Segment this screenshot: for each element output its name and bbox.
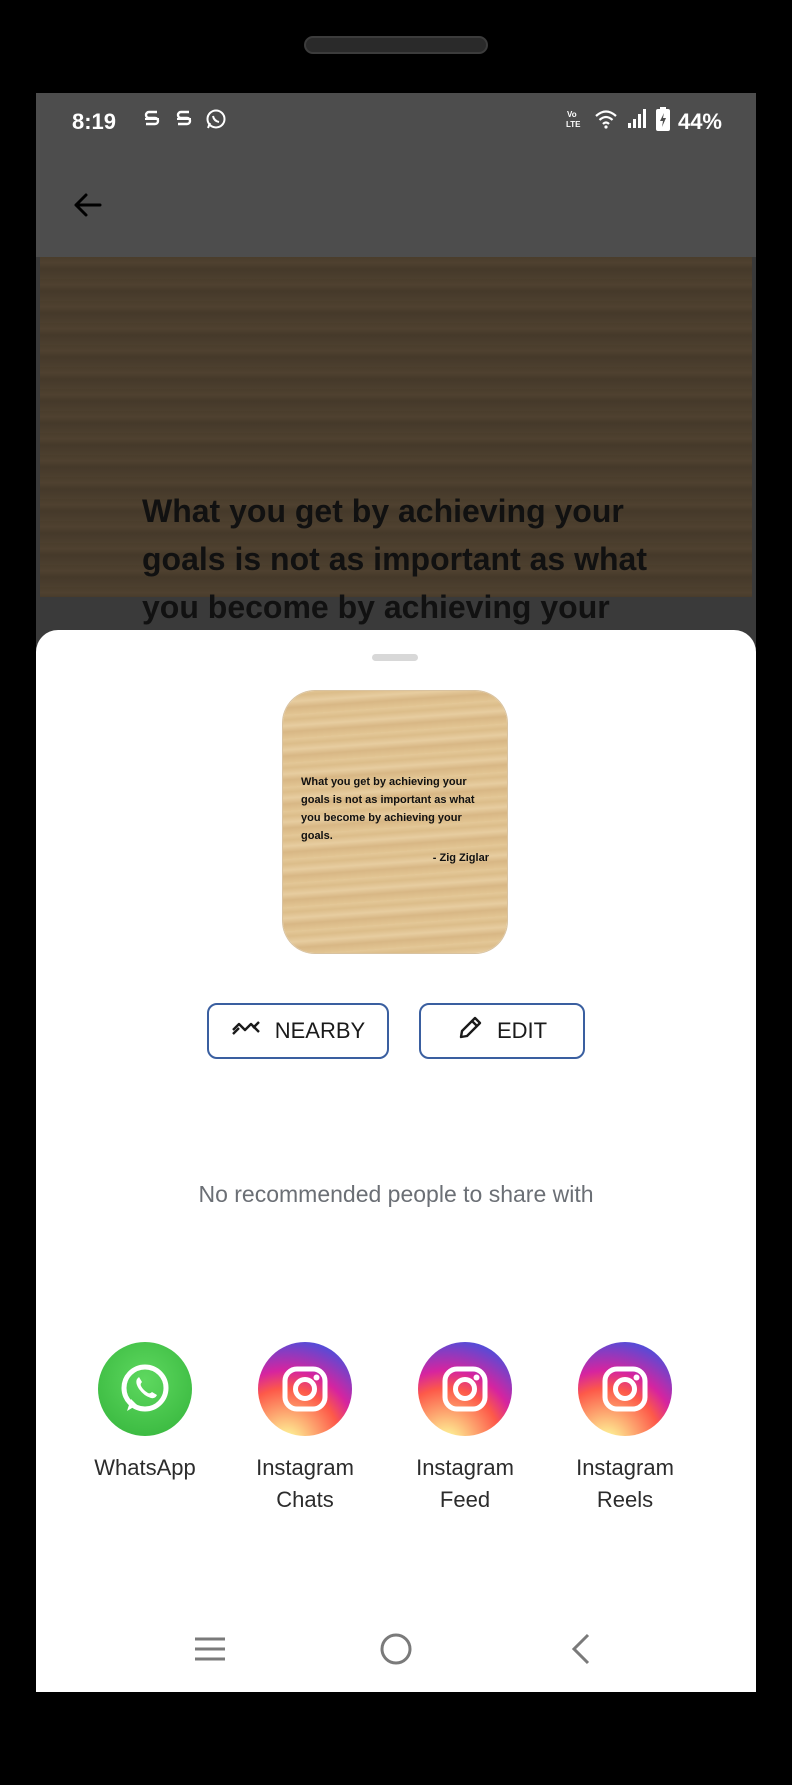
drag-handle[interactable] (372, 654, 418, 661)
status-time: 8:19 (72, 109, 117, 134)
back-arrow-icon[interactable] (66, 183, 110, 227)
back-nav-icon[interactable] (560, 1627, 604, 1671)
nearby-button[interactable]: NEARBY (207, 1003, 389, 1059)
svg-text:LTE: LTE (566, 120, 581, 129)
volte-icon: Vo LTE (566, 108, 586, 136)
s-icon (172, 107, 196, 131)
app-bar (36, 153, 756, 257)
edit-label: EDIT (496, 1018, 548, 1043)
quote-preview-card: What you get by achieving your goals is … (283, 691, 507, 953)
whatsapp-icon (204, 107, 228, 131)
s-icon (140, 107, 164, 131)
background-quote-text: What you get by achieving your goals is … (142, 493, 647, 625)
phone-frame: 8:19 Vo LTE 44% What you get by achievin… (0, 0, 792, 1785)
home-icon[interactable] (374, 1627, 418, 1671)
preview-author: - Zig Ziglar (432, 852, 489, 864)
edit-button[interactable]: EDIT (419, 1003, 585, 1059)
whatsapp-icon (98, 1342, 192, 1436)
preview-quote: What you get by achieving your goals is … (301, 776, 475, 842)
share-target-instagram-chats[interactable]: Instagram Chats (225, 1342, 385, 1516)
recents-icon[interactable] (188, 1627, 232, 1671)
app-label: Instagram Chats (256, 1455, 354, 1512)
app-label: Instagram Reels (576, 1455, 674, 1512)
screen: 8:19 Vo LTE 44% What you get by achievin… (36, 93, 756, 1692)
share-target-whatsapp[interactable]: WhatsApp (65, 1342, 225, 1484)
share-sheet: What you get by achieving your goals is … (36, 630, 756, 1692)
nearby-label: NEARBY (274, 1018, 366, 1043)
wifi-icon (594, 108, 618, 136)
signal-icon (626, 108, 648, 136)
app-label: Instagram Feed (416, 1455, 514, 1512)
instagram-icon (418, 1342, 512, 1436)
no-recommendations-text: No recommended people to share with (198, 1181, 594, 1207)
share-target-instagram-reels[interactable]: Instagram Reels (545, 1342, 705, 1516)
nearby-share-icon (231, 1018, 261, 1044)
status-bar: 8:19 Vo LTE 44% (36, 93, 756, 153)
share-target-instagram-feed[interactable]: Instagram Feed (385, 1342, 545, 1516)
pencil-icon (457, 1015, 483, 1047)
battery-percent: 44% (677, 109, 722, 134)
app-label: WhatsApp (94, 1455, 196, 1480)
instagram-icon (578, 1342, 672, 1436)
svg-text:Vo: Vo (567, 110, 577, 119)
navigation-bar (36, 1605, 756, 1692)
battery-charging-icon (655, 107, 670, 137)
notification-icons (140, 107, 228, 131)
system-status: Vo LTE 44% (566, 107, 722, 137)
instagram-icon (258, 1342, 352, 1436)
speaker-grille (304, 36, 488, 54)
